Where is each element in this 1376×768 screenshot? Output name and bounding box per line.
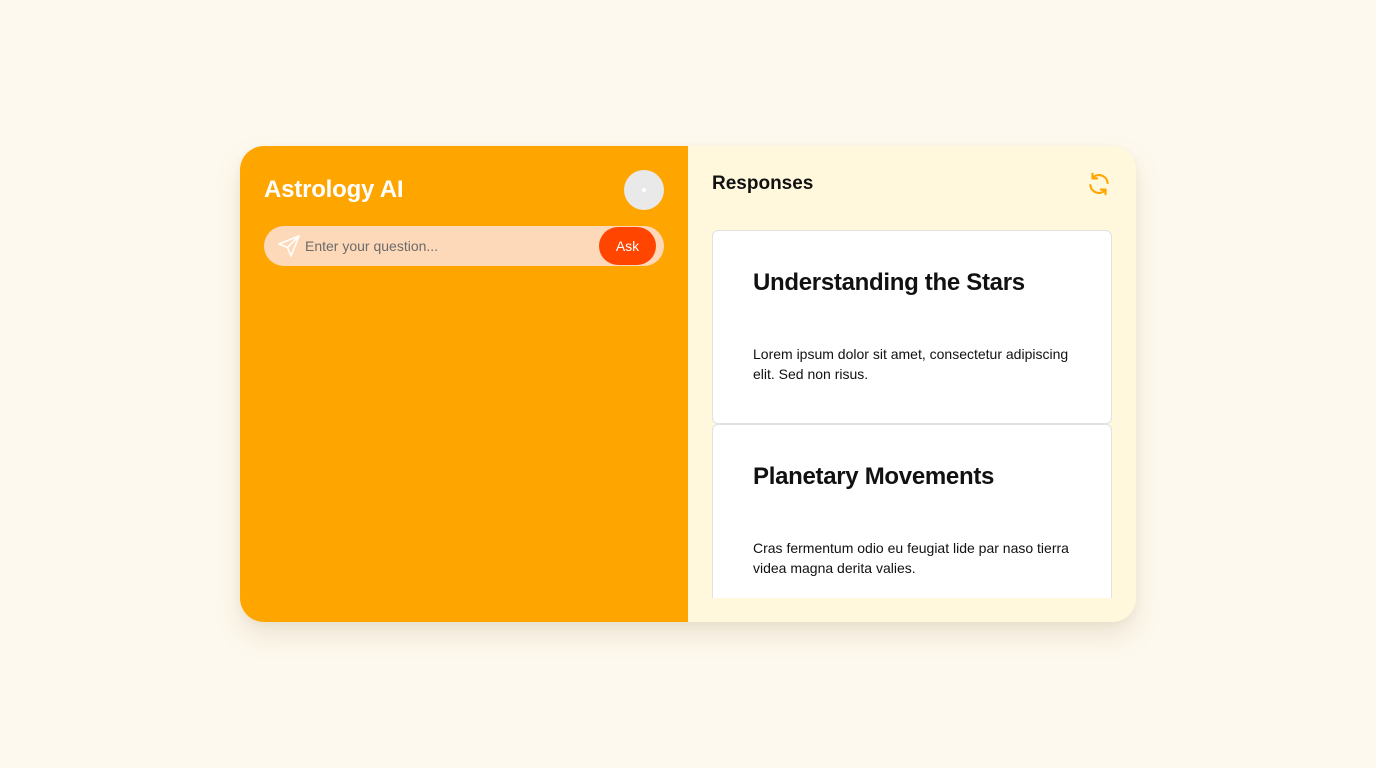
response-card: Understanding the Stars Lorem ipsum dolo… [712,230,1112,424]
app-window: Astrology AI Ask Responses [240,146,1136,622]
ask-bar: Ask [264,226,664,266]
response-card-title: Understanding the Stars [753,269,1025,296]
ask-button[interactable]: Ask [599,227,656,265]
app-title: Astrology AI [264,176,404,203]
avatar-dot [642,188,646,192]
question-panel: Astrology AI Ask [240,146,688,622]
responses-panel: Responses Understanding the Stars Lorem … [688,146,1136,622]
refresh-icon[interactable] [1086,171,1112,197]
response-card-text: Lorem ipsum dolor sit amet, consectetur … [753,346,1069,382]
question-panel-header: Astrology AI [264,170,664,210]
responses-header: Responses [712,170,1112,198]
responses-list[interactable]: Understanding the Stars Lorem ipsum dolo… [712,230,1112,598]
response-card-title: Planetary Movements [753,463,995,490]
question-input[interactable] [305,226,599,266]
response-card: Planetary Movements Cras fermentum odio … [712,424,1112,598]
send-icon [277,234,301,258]
avatar[interactable] [624,170,664,210]
responses-title: Responses [712,173,814,194]
response-card-text: Cras fermentum odio eu feugiat lide par … [753,540,1069,576]
